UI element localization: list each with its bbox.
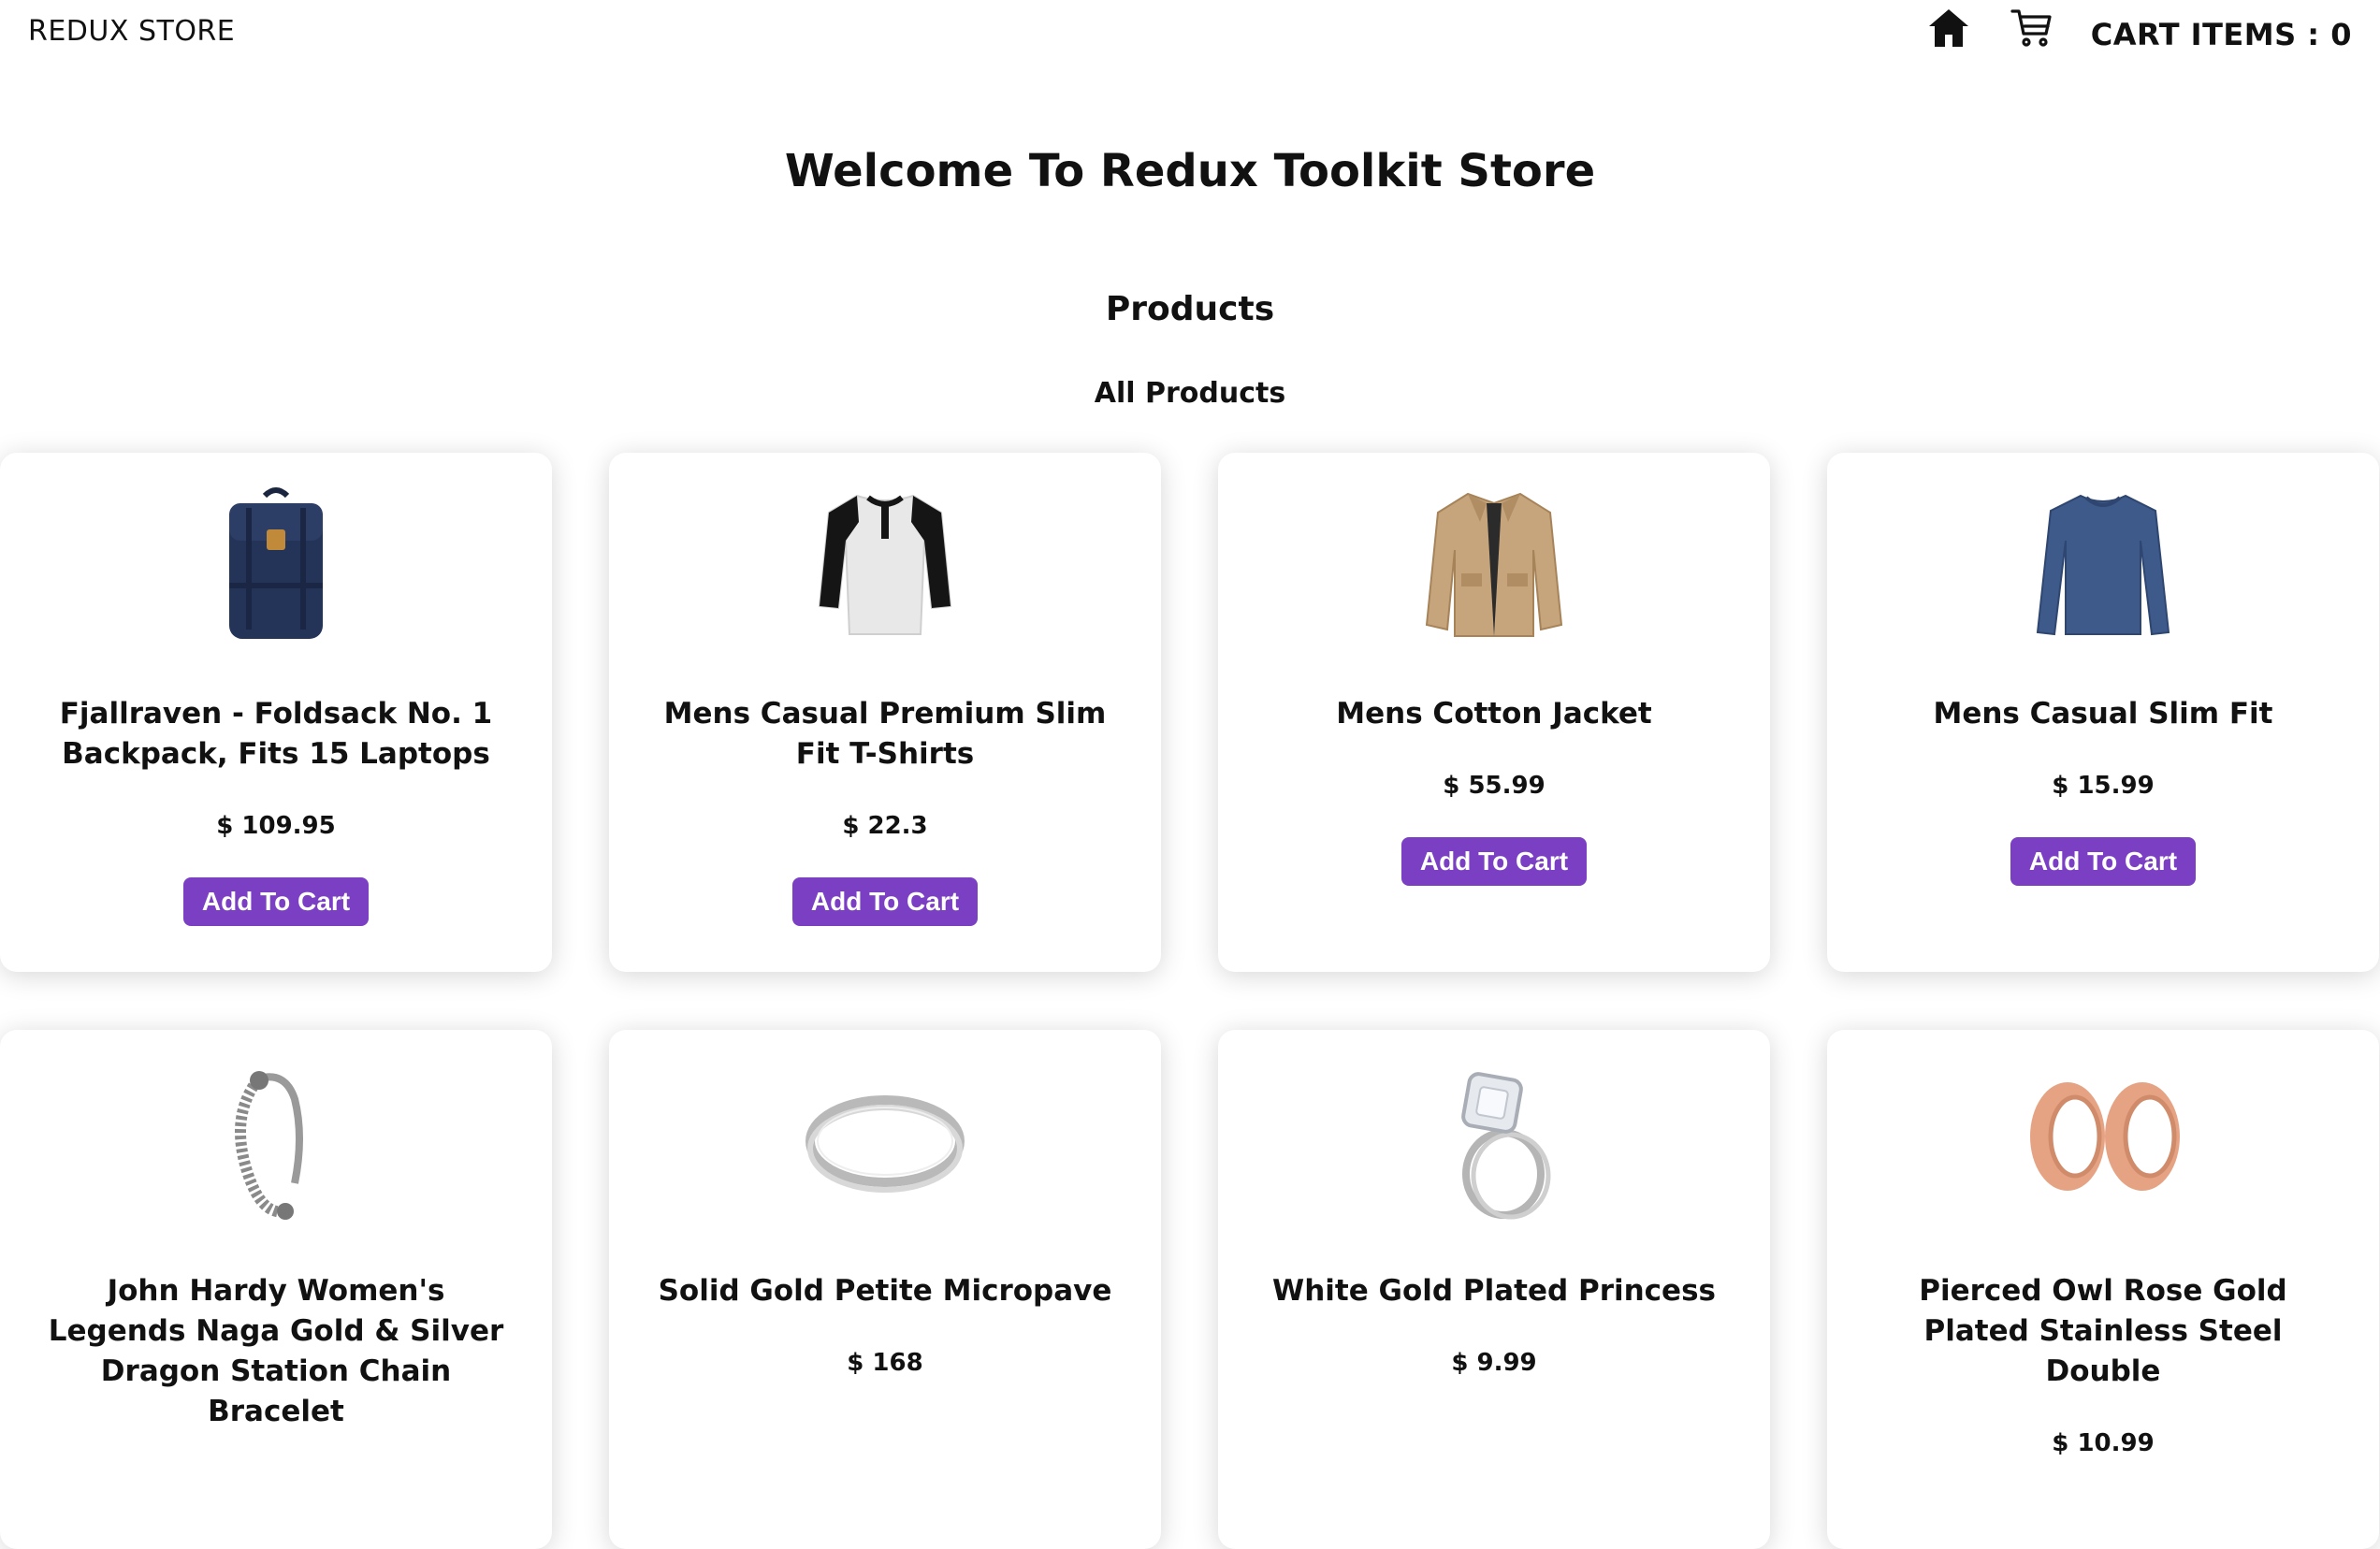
backpack-image xyxy=(229,487,323,639)
product-title: Pierced Owl Rose Gold Plated Stainless S… xyxy=(1919,1274,2287,1388)
ear-plugs-image xyxy=(2030,1082,2180,1191)
tshirt-image xyxy=(818,494,952,635)
add-to-cart-button[interactable]: Add To Cart xyxy=(1400,837,1588,886)
section-subtitle: All Products xyxy=(1094,377,1286,410)
product-card: John Hardy Women's Legends Naga Gold & S… xyxy=(0,1030,552,1549)
product-price: $ 55.99 xyxy=(1443,772,1546,800)
product-card: Solid Gold Petite Micropave $ 168 xyxy=(609,1030,1161,1549)
product-price: $ 168 xyxy=(847,1349,923,1377)
jacket-image xyxy=(1425,492,1563,637)
product-card: Mens Casual Premium Slim Fit T-Shirts $ … xyxy=(609,453,1161,972)
brand-logo[interactable]: REDUX STORE xyxy=(28,15,235,48)
add-to-cart-button[interactable]: Add To Cart xyxy=(182,877,370,926)
product-title: Fjallraven - Foldsack No. 1 Backpack, Fi… xyxy=(59,697,493,771)
product-title: Mens Cotton Jacket xyxy=(1336,697,1652,731)
product-card: Mens Casual Slim Fit $ 15.99 Add To Cart xyxy=(1827,453,2379,972)
product-title: John Hardy Women's Legends Naga Gold & S… xyxy=(48,1274,504,1428)
product-price: $ 9.99 xyxy=(1451,1349,1537,1377)
navbar: REDUX STORE CART ITEMS : 0 xyxy=(0,0,2380,75)
add-to-cart-button[interactable]: Add To Cart xyxy=(791,877,979,926)
product-title: White Gold Plated Princess xyxy=(1272,1274,1716,1308)
product-title: Mens Casual Slim Fit xyxy=(1933,697,2273,731)
product-card: Pierced Owl Rose Gold Plated Stainless S… xyxy=(1827,1030,2379,1549)
add-to-cart-button[interactable]: Add To Cart xyxy=(2010,837,2197,886)
product-card: Mens Cotton Jacket $ 55.99 Add To Cart xyxy=(1218,453,1770,972)
product-price: $ 109.95 xyxy=(216,812,336,840)
product-title: Solid Gold Petite Micropave xyxy=(658,1274,1112,1308)
product-price: $ 22.3 xyxy=(842,812,928,840)
product-card: Fjallraven - Foldsack No. 1 Backpack, Fi… xyxy=(0,453,552,972)
product-price: $ 15.99 xyxy=(2052,772,2155,800)
cart-icon[interactable] xyxy=(2010,6,2054,51)
bracelet-image xyxy=(235,1071,303,1220)
ring-image xyxy=(805,1095,965,1193)
section-title: Products xyxy=(1105,290,1275,328)
product-title: Mens Casual Premium Slim Fit T-Shirts xyxy=(663,697,1107,771)
page-title: Welcome To Redux Toolkit Store xyxy=(784,145,1596,197)
cart-items-count[interactable]: CART ITEMS : 0 xyxy=(2091,17,2352,52)
product-grid: Fjallraven - Foldsack No. 1 Backpack, Fi… xyxy=(0,453,2380,1549)
product-card: White Gold Plated Princess $ 9.99 xyxy=(1218,1030,1770,1549)
home-icon[interactable] xyxy=(1926,6,1971,51)
engagement-ring-image xyxy=(1461,1072,1551,1220)
long-sleeve-shirt-image xyxy=(2036,494,2170,636)
product-price: $ 10.99 xyxy=(2052,1429,2155,1457)
